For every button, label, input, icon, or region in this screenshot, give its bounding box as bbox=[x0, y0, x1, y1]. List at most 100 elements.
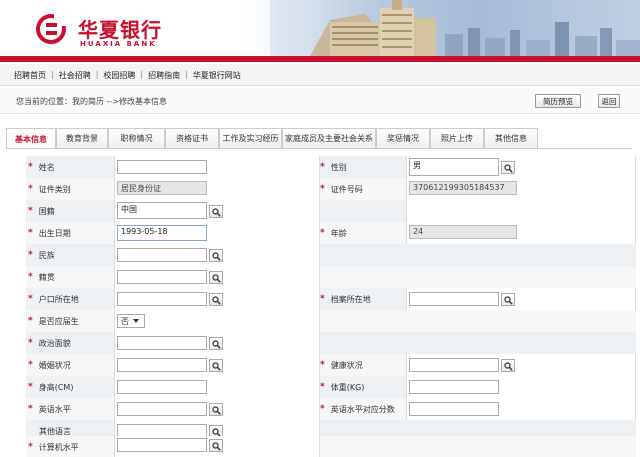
tab-bar: 基本信息 教育背景 职称情况 资格证书 工作及实习经历 家庭成员及主要社会关系 … bbox=[6, 128, 538, 149]
native-place-input[interactable] bbox=[117, 270, 207, 284]
nav-separator: | bbox=[95, 70, 99, 79]
english-lookup-button[interactable] bbox=[209, 403, 223, 416]
form-row: * 出生日期 1993-05-18 * 年龄 24 bbox=[26, 222, 636, 244]
archive-input[interactable] bbox=[409, 292, 499, 306]
hukou-label: * 户口所在地 bbox=[28, 294, 79, 304]
native-place-lookup-button[interactable] bbox=[209, 271, 223, 284]
nationality-lookup-button[interactable] bbox=[209, 205, 223, 218]
health-lookup-button[interactable] bbox=[501, 359, 515, 372]
height-input[interactable] bbox=[117, 380, 207, 394]
nationality-input[interactable]: 中国 bbox=[117, 202, 207, 219]
form-row: * 户口所在地 * 档案所在地 bbox=[26, 288, 636, 310]
resume-preview-button[interactable]: 简历预览 bbox=[535, 94, 581, 108]
native-place-label: * 籍贯 bbox=[28, 272, 55, 282]
nav-bank-site-link[interactable]: 华夏银行网站 bbox=[193, 70, 241, 81]
nav-social-recruit-link[interactable]: 社会招聘 bbox=[59, 70, 91, 81]
nav-home-link[interactable]: 招聘首页 bbox=[14, 70, 46, 81]
political-lookup-button[interactable] bbox=[209, 337, 223, 350]
age-input: 24 bbox=[409, 225, 517, 239]
magnifier-icon bbox=[504, 362, 513, 371]
id-type-input: 居民身份证 bbox=[117, 181, 207, 195]
id-number-input: 370612199305184537 bbox=[409, 181, 517, 195]
age-label: * 年龄 bbox=[320, 228, 347, 238]
magnifier-icon bbox=[212, 252, 221, 261]
birth-date-input[interactable]: 1993-05-18 bbox=[117, 225, 207, 241]
form-row: * 证件类别 居民身份证 * 证件号码 370612199305184537 bbox=[26, 178, 636, 200]
archive-label: * 档案所在地 bbox=[320, 294, 371, 304]
fresh-grad-label: * 是否应届生 bbox=[28, 316, 79, 326]
marital-label: * 婚姻状况 bbox=[28, 360, 71, 370]
tab-work-experience[interactable]: 工作及实习经历 bbox=[219, 128, 282, 148]
magnifier-icon bbox=[212, 442, 221, 451]
form-row: * 政治面貌 bbox=[26, 332, 636, 354]
header-red-bar bbox=[0, 56, 640, 62]
form-row: * 计算机水平 bbox=[26, 436, 636, 457]
hukou-lookup-button[interactable] bbox=[209, 293, 223, 306]
computer-level-lookup-button[interactable] bbox=[209, 439, 223, 452]
ethnicity-input[interactable] bbox=[117, 248, 207, 262]
english-score-input[interactable] bbox=[409, 402, 499, 416]
form-row: * 民族 bbox=[26, 244, 636, 266]
archive-lookup-button[interactable] bbox=[501, 293, 515, 306]
tab-rewards[interactable]: 奖惩情况 bbox=[376, 128, 430, 148]
form-row: * 姓名 * 性别 男 bbox=[26, 156, 636, 178]
marital-lookup-button[interactable] bbox=[209, 359, 223, 372]
magnifier-icon bbox=[212, 362, 221, 371]
form-row: * 籍贯 bbox=[26, 266, 636, 288]
height-label: * 身高(CM) bbox=[28, 382, 74, 392]
name-input[interactable] bbox=[117, 160, 207, 174]
magnifier-icon bbox=[212, 274, 221, 283]
brand-name: 华夏银行 bbox=[78, 18, 162, 42]
hukou-input[interactable] bbox=[117, 292, 207, 306]
political-label: * 政治面貌 bbox=[28, 338, 71, 348]
magnifier-icon bbox=[504, 164, 513, 173]
fresh-grad-select[interactable]: 否 bbox=[117, 314, 145, 328]
nav-campus-recruit-link[interactable]: 校园招聘 bbox=[103, 70, 135, 81]
ethnicity-lookup-button[interactable] bbox=[209, 249, 223, 262]
tab-education[interactable]: 教育背景 bbox=[56, 128, 108, 148]
birth-date-label: * 出生日期 bbox=[28, 228, 71, 238]
nav-guide-link[interactable]: 招聘指南 bbox=[148, 70, 180, 81]
magnifier-icon bbox=[212, 296, 221, 305]
huaxia-logo-icon bbox=[36, 14, 66, 44]
id-type-label: * 证件类别 bbox=[28, 184, 71, 194]
magnifier-icon bbox=[212, 340, 221, 349]
back-button[interactable]: 返回 bbox=[598, 94, 620, 108]
health-input[interactable] bbox=[409, 358, 499, 372]
tab-family-relations[interactable]: 家庭成员及主要社会关系 bbox=[282, 128, 376, 148]
ethnicity-label: * 民族 bbox=[28, 250, 55, 260]
breadcrumb: 您当前的位置：我的简历 -->修改基本信息 bbox=[16, 97, 168, 106]
form-row: * 是否应届生 否 bbox=[26, 310, 636, 332]
brand-name-en: HUAXIA BANK bbox=[80, 40, 157, 48]
computer-level-label: * 计算机水平 bbox=[28, 442, 79, 452]
political-input[interactable] bbox=[117, 336, 207, 350]
tab-basic-info[interactable]: 基本信息 bbox=[6, 128, 56, 149]
gender-label: * 性别 bbox=[320, 162, 347, 172]
gender-input[interactable]: 男 bbox=[409, 158, 499, 176]
form-row: * 身高(CM) * 体重(KG) bbox=[26, 376, 636, 398]
header-banner: 华夏银行 HUAXIA BANK bbox=[0, 0, 640, 62]
form-row: * 国籍 中国 bbox=[26, 200, 636, 222]
computer-level-input[interactable] bbox=[117, 438, 207, 452]
nav-separator: | bbox=[185, 70, 188, 79]
english-label: * 英语水平 bbox=[28, 404, 71, 414]
english-score-label: * 英语水平对应分数 bbox=[320, 404, 395, 414]
weight-input[interactable] bbox=[409, 380, 499, 394]
english-input[interactable] bbox=[117, 402, 207, 416]
tab-certificates[interactable]: 资格证书 bbox=[165, 128, 219, 148]
tab-title[interactable]: 职称情况 bbox=[108, 128, 165, 148]
magnifier-icon bbox=[504, 296, 513, 305]
marital-input[interactable] bbox=[117, 358, 207, 372]
nav-separator: | bbox=[51, 70, 54, 79]
magnifier-icon bbox=[212, 406, 221, 415]
city-skyline-image bbox=[270, 0, 640, 56]
dropdown-arrow-icon bbox=[133, 319, 139, 323]
form-row: * 婚姻状况 * 健康状况 bbox=[26, 354, 636, 376]
weight-label: * 体重(KG) bbox=[320, 382, 365, 392]
id-number-label: * 证件号码 bbox=[320, 184, 363, 194]
tab-photo-upload[interactable]: 照片上传 bbox=[430, 128, 484, 148]
tab-other-info[interactable]: 其他信息 bbox=[484, 128, 538, 148]
gender-lookup-button[interactable] bbox=[501, 161, 515, 174]
health-label: * 健康状况 bbox=[320, 360, 363, 370]
form-row: * 英语水平 * 英语水平对应分数 bbox=[26, 398, 636, 420]
